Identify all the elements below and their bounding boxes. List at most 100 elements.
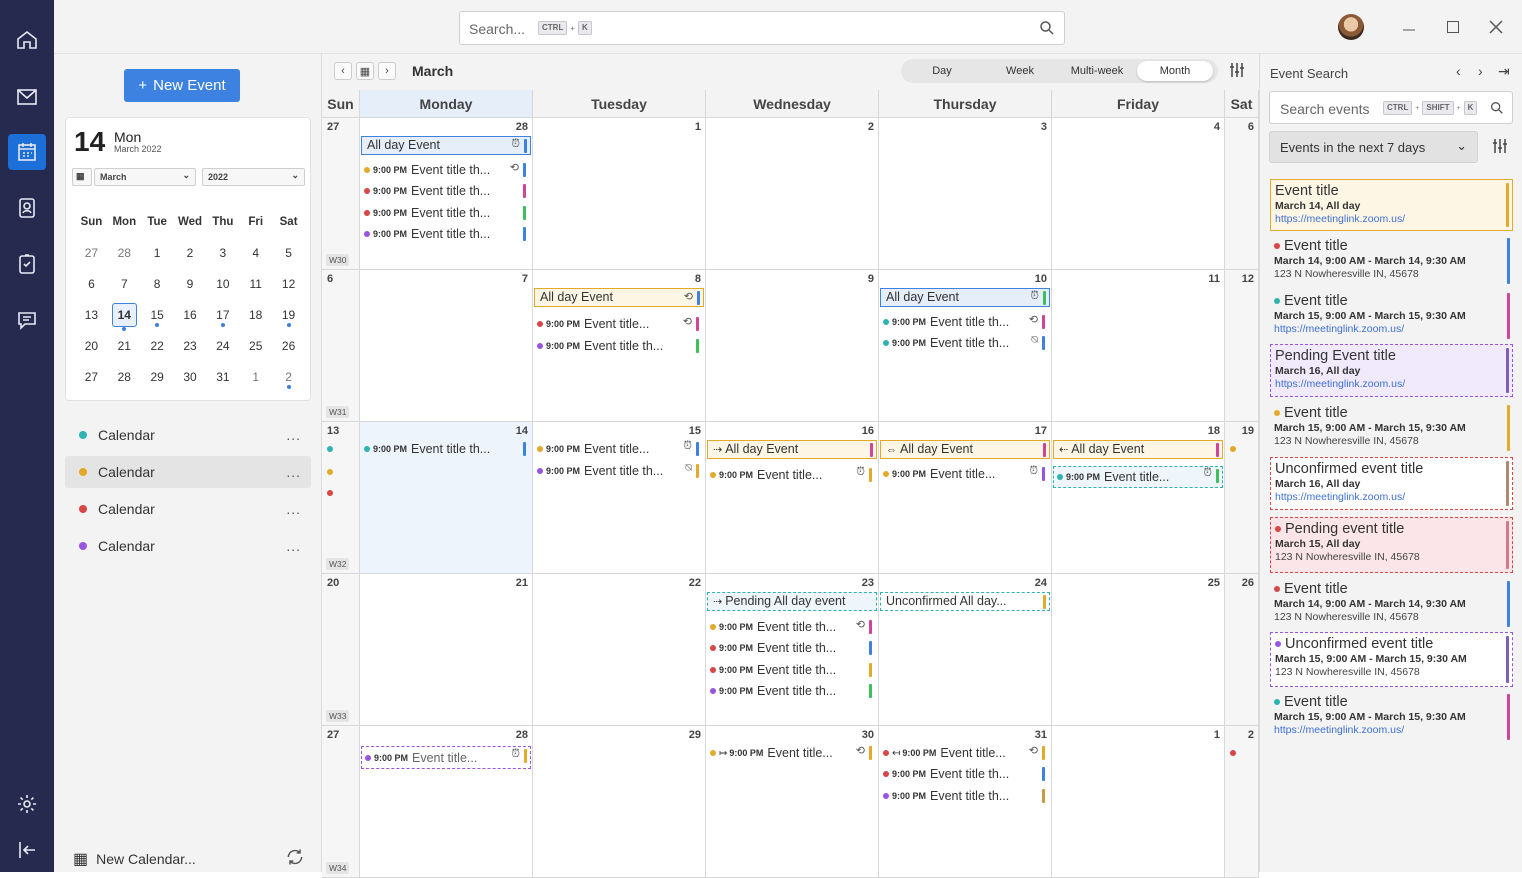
day-cell[interactable]: 23 ⇢ Pending All day event 9:00 PM Event tit…	[706, 574, 879, 726]
calendar-list-item[interactable]: Calendar...	[65, 456, 311, 488]
mini-day-cell[interactable]: 3	[206, 246, 239, 260]
day-cell[interactable]: 7	[360, 270, 533, 422]
settings-icon[interactable]	[8, 786, 46, 822]
mini-day-cell[interactable]: 21	[108, 339, 141, 353]
event-result-card[interactable]: Event title March 14, 9:00 AM - March 14…	[1270, 578, 1513, 630]
timed-event[interactable]: 9:00 PM Event title... ⏰︎	[537, 440, 702, 458]
mini-day-cell[interactable]: 26	[272, 339, 305, 353]
mini-day-cell[interactable]: 14	[111, 302, 137, 331]
more-options-icon[interactable]: ...	[286, 464, 301, 480]
mini-day-cell[interactable]: 16	[174, 308, 207, 322]
day-cell[interactable]: 28 9:00 PM Event title... ⏰︎	[360, 726, 533, 878]
day-cell[interactable]: 26	[1225, 574, 1259, 726]
day-cell[interactable]: 31 ↤ 9:00 PM Event title... ⟲ 9:00 PM Event ti…	[879, 726, 1052, 878]
day-cell[interactable]: 24 Unconfirmed All day...	[879, 574, 1052, 726]
event-result-card[interactable]: Event title March 15, 9:00 AM - March 15…	[1270, 290, 1513, 342]
event-result-card[interactable]: Event title March 14, All day https://me…	[1270, 179, 1513, 231]
today-button[interactable]: ▦	[356, 62, 374, 80]
event-result-card[interactable]: Event title March 15, 9:00 AM - March 15…	[1270, 402, 1513, 454]
mini-day-cell[interactable]: 8	[141, 277, 174, 291]
calendar-small-icon[interactable]: ▦	[72, 168, 92, 186]
mini-day-cell[interactable]: 19	[272, 308, 305, 327]
mail-icon[interactable]	[8, 79, 46, 115]
minimize-icon[interactable]	[1397, 15, 1421, 39]
event-range-select[interactable]: Events in the next 7 days ⌄	[1269, 131, 1478, 163]
avatar[interactable]	[1338, 14, 1364, 40]
mini-day-cell[interactable]: 17	[206, 308, 239, 327]
mini-day-cell[interactable]: 6	[75, 277, 108, 291]
chevron-right-icon[interactable]: ›	[1478, 63, 1483, 79]
day-cell[interactable]: 27 W34	[322, 726, 360, 878]
mini-day-cell[interactable]: 29	[141, 370, 174, 384]
mini-day-cell[interactable]: 13	[75, 308, 108, 322]
all-day-event[interactable]: Unconfirmed All day...	[880, 592, 1050, 611]
search-icon[interactable]	[1489, 100, 1505, 116]
day-cell[interactable]: 1	[1052, 726, 1225, 878]
mini-day-cell[interactable]: 27	[75, 246, 108, 260]
mini-day-cell[interactable]: 4	[239, 246, 272, 260]
timed-event[interactable]: 9:00 PM Event title... ⏰︎	[361, 746, 531, 769]
mini-day-cell[interactable]: 24	[206, 339, 239, 353]
timed-event[interactable]: 9:00 PM Event title th... ⍉	[883, 334, 1048, 352]
day-cell[interactable]: 4	[1052, 118, 1225, 270]
day-cell[interactable]: 19	[1225, 422, 1259, 574]
timed-event[interactable]: 9:00 PM Event title... ⏰︎	[883, 465, 1048, 483]
timed-event[interactable]: 9:00 PM Event title th...	[710, 639, 875, 657]
mini-day-cell[interactable]: 28	[108, 246, 141, 260]
day-cell[interactable]: 9	[706, 270, 879, 422]
filter-settings-icon[interactable]	[1492, 138, 1508, 159]
event-result-link[interactable]: https://meetinglink.zoom.us/	[1274, 323, 1509, 335]
event-result-link[interactable]: https://meetinglink.zoom.us/	[1275, 378, 1508, 390]
timed-event[interactable]: 9:00 PM Event title th...	[364, 440, 529, 458]
all-day-event[interactable]: ⇔ All day Event	[880, 440, 1050, 459]
mini-day-cell[interactable]: 10	[206, 277, 239, 291]
mini-day-cell[interactable]: 12	[272, 277, 305, 291]
calendar-icon[interactable]	[8, 134, 46, 170]
day-cell[interactable]: 3	[879, 118, 1052, 270]
timed-event[interactable]: 9:00 PM Event title th...	[883, 765, 1048, 783]
collapse-icon[interactable]	[8, 832, 46, 868]
mini-day-cell[interactable]: 22	[141, 339, 174, 353]
global-search[interactable]: Search... CTRL + K	[459, 11, 1065, 45]
calendar-list-item[interactable]: Calendar...	[65, 493, 311, 525]
day-cell[interactable]: 16 ⇢ All day Event 9:00 PM Event title... ⏰︎	[706, 422, 879, 574]
event-result-card[interactable]: Pending Event title March 16, All day ht…	[1270, 344, 1513, 397]
day-cell[interactable]: 29	[533, 726, 706, 878]
day-cell[interactable]: 22	[533, 574, 706, 726]
mini-day-cell[interactable]: 28	[108, 370, 141, 384]
view-day[interactable]: Day	[901, 65, 983, 77]
mini-day-cell[interactable]: 18	[239, 308, 272, 322]
timed-event[interactable]: 9:00 PM Event title th...	[710, 661, 875, 679]
event-search-input[interactable]: Search events CTRL + SHIFT + K	[1269, 91, 1513, 124]
event-result-link[interactable]: https://meetinglink.zoom.us/	[1275, 213, 1508, 225]
event-result-card[interactable]: Unconfirmed event title March 16, All da…	[1270, 457, 1513, 510]
next-month-button[interactable]: ›	[378, 62, 396, 80]
timed-event[interactable]: ↦ 9:00 PM Event title... ⟲	[710, 744, 875, 762]
calendar-list-item[interactable]: Calendar...	[65, 419, 311, 451]
mini-day-cell[interactable]: 25	[239, 339, 272, 353]
all-day-event[interactable]: ⇢ Pending All day event	[707, 592, 877, 611]
prev-month-button[interactable]: ‹	[334, 62, 352, 80]
close-icon[interactable]	[1484, 15, 1508, 39]
more-options-icon[interactable]: ...	[286, 427, 301, 443]
day-cell[interactable]: 6	[1225, 118, 1259, 270]
timed-event[interactable]: 9:00 PM Event title th...	[883, 787, 1048, 805]
mini-day-cell[interactable]: 11	[239, 277, 272, 291]
event-result-link[interactable]: https://meetinglink.zoom.us/	[1275, 491, 1508, 503]
day-cell[interactable]: 8 All day Event ⟲ 9:00 PM Event title... ⟲ 9:0…	[533, 270, 706, 422]
all-day-event[interactable]: ⇢ All day Event	[707, 440, 877, 459]
year-select[interactable]: 2022 ⌄	[202, 168, 305, 186]
day-cell[interactable]: 28 All day Event ⏰︎ 9:00 PM Event title th..…	[360, 118, 533, 270]
mini-day-cell[interactable]: 30	[174, 370, 207, 384]
day-cell[interactable]: 30 ↦ 9:00 PM Event title... ⟲	[706, 726, 879, 878]
mini-day-cell[interactable]: 1	[141, 246, 174, 260]
timed-event[interactable]: 9:00 PM Event title th... ⟲	[364, 161, 529, 179]
mini-day-cell[interactable]: 20	[75, 339, 108, 353]
event-result-card[interactable]: Unconfirmed event title March 15, 9:00 A…	[1270, 632, 1513, 687]
event-result-card[interactable]: Event title March 14, 9:00 AM - March 14…	[1270, 235, 1513, 287]
day-cell[interactable]: 6 W31	[322, 270, 360, 422]
day-cell[interactable]: 17 ⇔ All day Event 9:00 PM Event title... ⏰︎	[879, 422, 1052, 574]
timed-event[interactable]: 9:00 PM Event title th...	[364, 204, 529, 222]
chevron-left-icon[interactable]: ‹	[1456, 63, 1461, 79]
chat-icon[interactable]	[8, 302, 46, 338]
